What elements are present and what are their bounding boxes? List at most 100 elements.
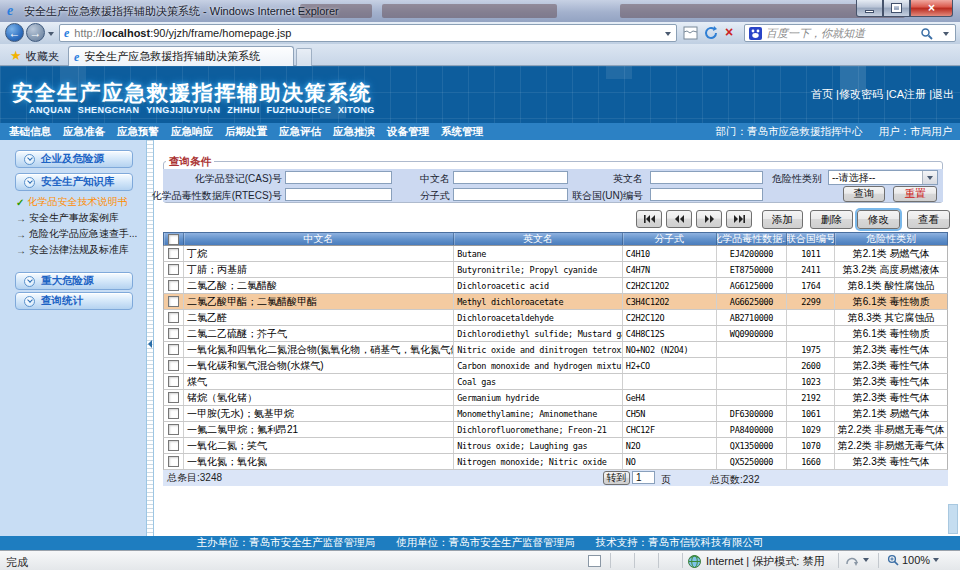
forward-button[interactable]: →: [26, 23, 45, 42]
row-checkbox[interactable]: [168, 456, 179, 467]
table-row[interactable]: 一氧化二氮；笑气Nitrous oxide; Laughing gasN2OQX…: [163, 438, 948, 454]
recent-pages-dropdown[interactable]: [48, 32, 54, 36]
address-bar[interactable]: e http://localhost:90/yjzh/frame/homepag…: [59, 24, 677, 42]
favorites-label[interactable]: 收藏夹: [26, 49, 59, 64]
minimize-button[interactable]: [856, 0, 883, 17]
row-checkbox[interactable]: [168, 328, 179, 339]
table-row[interactable]: 二氯乙酸甲酯；二氯醋酸甲酯Methyl dichloroacetateC3H4C…: [163, 294, 948, 310]
un-input[interactable]: [650, 188, 763, 201]
address-dropdown[interactable]: [665, 32, 671, 36]
table-row[interactable]: 一甲胺(无水)；氨基甲烷Monomethylamine; Aminomethan…: [163, 406, 948, 422]
back-button[interactable]: ←: [5, 23, 24, 42]
row-checkbox[interactable]: [168, 408, 179, 419]
nav-item-3[interactable]: 应急响应: [171, 125, 213, 139]
privacy-control[interactable]: [845, 554, 869, 566]
row-checkbox[interactable]: [168, 440, 179, 451]
browser-tab[interactable]: e 安全生产应急救援指挥辅助决策系统: [68, 46, 294, 66]
site-header: 安全生产应急救援指挥辅助决策系统 ANQUAN SHENGCHAN YINGJI…: [0, 66, 960, 123]
table-row[interactable]: 丁烷ButaneC4H10EJ42000001011第2.1类 易燃气体: [163, 246, 948, 262]
table-row[interactable]: 丁腈；丙基腈Butyronitrile; Propyl cyanideC4H7N…: [163, 262, 948, 278]
table-row[interactable]: 一氧化氮和四氧化二氮混合物(氮氧化物，硝基气，氧化氮气体)Nitric oxid…: [163, 342, 948, 358]
prev-page-button[interactable]: [666, 210, 692, 228]
row-checkbox[interactable]: [168, 360, 179, 371]
cell-rtecs: [717, 390, 788, 405]
column-header-1: 英文名: [454, 233, 623, 245]
zoom-control[interactable]: 100%: [887, 554, 939, 566]
cnname-input[interactable]: [453, 171, 568, 184]
select-all-checkbox[interactable]: [168, 234, 179, 245]
nav-item-6[interactable]: 应急推演: [333, 125, 375, 139]
table-row[interactable]: 一氧化碳和氢气混合物(水煤气)Carbon monoxide and hydro…: [163, 358, 948, 374]
cell-cat: 第2.1类 易燃气体: [835, 406, 947, 421]
nav-item-2[interactable]: 应急预警: [117, 125, 159, 139]
row-checkbox[interactable]: [168, 392, 179, 403]
sidebar-group-button-7[interactable]: 查询统计: [15, 292, 133, 310]
row-checkbox[interactable]: [168, 280, 179, 291]
row-checkbox[interactable]: [168, 312, 179, 323]
privacy-dropdown[interactable]: [863, 558, 869, 562]
header-link-1[interactable]: 修改密码: [839, 88, 883, 100]
table-row[interactable]: 二氯二乙硫醚；芥子气Dichlorodiethyl sulfide; Musta…: [163, 326, 948, 342]
table-row[interactable]: 煤气Coal gas1023第2.3类 毒性气体: [163, 374, 948, 390]
sidebar-item-3[interactable]: →安全生产事故案例库: [16, 211, 119, 225]
row-checkbox[interactable]: [168, 296, 179, 307]
sidebar-group-button-0[interactable]: 企业及危险源: [15, 150, 133, 168]
hazard-select[interactable]: --请选择--: [828, 170, 938, 185]
url-text: http://localhost:90/yjzh/frame/homepage.…: [74, 27, 291, 39]
refresh-button[interactable]: [703, 25, 719, 41]
splitter-collapse-icon[interactable]: [148, 340, 152, 348]
stop-button[interactable]: ×: [725, 24, 733, 40]
page-favicon: e: [64, 26, 69, 40]
new-tab-button[interactable]: [296, 48, 312, 66]
view-button[interactable]: 查看: [907, 210, 950, 229]
table-row[interactable]: 二氯乙酸；二氯醋酸Dichloroacetic acidC2H2C12O2AG6…: [163, 278, 948, 294]
maximize-button[interactable]: [883, 0, 910, 17]
header-link-3[interactable]: 退出: [932, 88, 954, 100]
nav-item-1[interactable]: 应急准备: [63, 125, 105, 139]
nav-item-4[interactable]: 后期处置: [225, 125, 267, 139]
row-checkbox[interactable]: [168, 248, 179, 259]
compatibility-view-icon[interactable]: [683, 26, 698, 40]
next-page-button[interactable]: [696, 210, 722, 228]
total-pages-label: 总页数:232: [710, 473, 759, 487]
row-checkbox[interactable]: [168, 376, 179, 387]
search-button[interactable]: 查询: [843, 186, 885, 202]
add-button[interactable]: 添加: [762, 210, 803, 229]
sidebar-group-button-6[interactable]: 重大危险源: [15, 272, 133, 290]
row-checkbox[interactable]: [168, 264, 179, 275]
row-checkbox[interactable]: [168, 424, 179, 435]
sidebar-item-4[interactable]: →危险化学品应急速查手...: [16, 227, 137, 241]
close-button[interactable]: ×: [910, 0, 953, 17]
reset-button[interactable]: 重置: [893, 186, 937, 202]
nav-item-7[interactable]: 设备管理: [387, 125, 429, 139]
row-checkbox[interactable]: [168, 344, 179, 355]
header-link-2[interactable]: CA注册: [889, 88, 926, 100]
nav-item-5[interactable]: 应急评估: [279, 125, 321, 139]
search-box[interactable]: 百度一下，你就知道: [744, 24, 956, 42]
sidebar-item-2[interactable]: ✓化学品安全技术说明书: [16, 195, 127, 209]
ie-logo-icon: e: [7, 4, 13, 18]
modify-button[interactable]: 修改: [857, 210, 900, 229]
first-page-button[interactable]: [636, 210, 662, 228]
last-page-button[interactable]: [726, 210, 752, 228]
delete-button[interactable]: 删除: [810, 210, 853, 229]
search-icon[interactable]: [920, 27, 933, 40]
zoom-dropdown[interactable]: [933, 558, 939, 562]
search-dropdown[interactable]: [943, 32, 949, 36]
table-row[interactable]: 一氟二氯甲烷；氟利昂21Dichlorofluoromethane; Freon…: [163, 422, 948, 438]
table-row[interactable]: 一氧化氮；氧化氮Nitrogen monoxide; Nitric oxideN…: [163, 454, 948, 470]
nav-item-8[interactable]: 系统管理: [441, 125, 483, 139]
content-scrollbar[interactable]: [948, 504, 958, 534]
favorites-star-icon[interactable]: ★: [10, 48, 22, 63]
header-link-0[interactable]: 首页: [811, 88, 833, 100]
sidebar-item-5[interactable]: →安全法律法规及标准库: [16, 243, 129, 257]
cell-en: Coal gas: [454, 374, 623, 389]
goto-page-input[interactable]: 1: [632, 471, 655, 484]
nav-item-0[interactable]: 基础信息: [9, 125, 51, 139]
goto-page-button[interactable]: 转到: [603, 471, 630, 485]
table-row[interactable]: 锗烷（氢化锗）Germanium hydrideGeH42192第2.3类 毒性…: [163, 390, 948, 406]
table-row[interactable]: 二氯乙醛DichloroacetaldehydeC2H2C12OAB271000…: [163, 310, 948, 326]
enname-input[interactable]: [650, 171, 763, 184]
formula-input[interactable]: [453, 188, 568, 201]
sidebar-group-button-1[interactable]: 安全生产知识库: [15, 173, 133, 191]
